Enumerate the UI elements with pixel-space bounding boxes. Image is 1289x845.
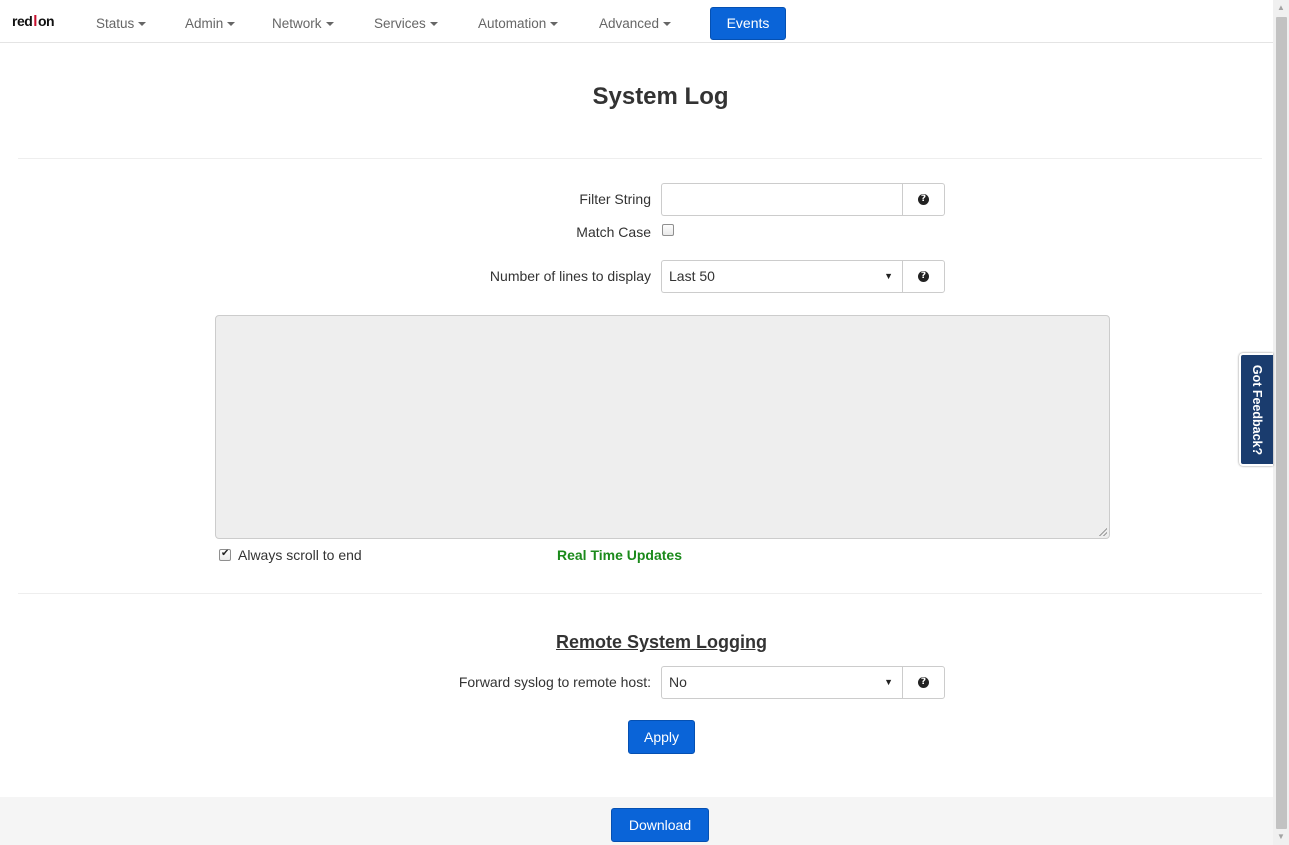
dropdown-arrow-icon: ▼ xyxy=(884,677,893,687)
chevron-down-icon xyxy=(429,22,438,27)
page-title: System Log xyxy=(592,83,729,110)
lines-select-value: Last 50 xyxy=(669,268,715,284)
divider xyxy=(18,158,1262,159)
filter-string-input[interactable] xyxy=(661,183,903,216)
real-time-updates-status: Real Time Updates xyxy=(557,547,683,563)
remote-logging-heading: Remote System Logging xyxy=(555,632,768,652)
nav-network[interactable]: Network xyxy=(272,8,334,39)
forward-syslog-select[interactable]: No ▼ xyxy=(661,666,903,699)
feedback-tab[interactable]: Got Feedback? xyxy=(1239,353,1273,466)
match-case-label: Match Case xyxy=(576,224,651,240)
lines-select[interactable]: Last 50 ▼ xyxy=(661,260,903,293)
resize-grip-icon[interactable] xyxy=(1099,528,1107,536)
chevron-down-icon xyxy=(663,22,672,27)
nav-admin[interactable]: Admin xyxy=(185,8,236,39)
forward-help-button[interactable]: ? xyxy=(902,666,945,699)
chevron-down-icon xyxy=(138,22,147,27)
nav-status[interactable]: Status xyxy=(96,8,147,39)
brand-logo[interactable]: red l on xyxy=(12,11,55,31)
nav-advanced[interactable]: Advanced xyxy=(599,8,672,39)
feedback-label: Got Feedback? xyxy=(1250,364,1264,455)
lines-help-button[interactable]: ? xyxy=(902,260,945,293)
nav-status-label: Status xyxy=(96,16,135,31)
scroll-down-arrow-icon[interactable]: ▼ xyxy=(1273,829,1289,845)
chevron-down-icon xyxy=(550,22,559,27)
nav-events[interactable]: Events xyxy=(710,7,786,40)
scroll-to-end-label: Always scroll to end xyxy=(238,547,362,563)
nav-automation-label: Automation xyxy=(478,16,547,31)
question-circle-icon: ? xyxy=(918,677,929,688)
nav-services[interactable]: Services xyxy=(374,8,438,39)
chevron-down-icon xyxy=(227,22,236,27)
vertical-scrollbar[interactable]: ▲ ▼ xyxy=(1273,0,1289,845)
question-circle-icon: ? xyxy=(918,194,929,205)
apply-button[interactable]: Apply xyxy=(628,720,695,754)
scroll-up-arrow-icon[interactable]: ▲ xyxy=(1273,0,1289,16)
filter-string-label: Filter String xyxy=(579,191,651,207)
filter-help-button[interactable]: ? xyxy=(902,183,945,216)
forward-syslog-value: No xyxy=(669,674,687,690)
brand-text-left: red xyxy=(12,13,33,29)
divider xyxy=(18,593,1262,594)
scroll-to-end-checkbox[interactable] xyxy=(219,548,231,561)
dropdown-arrow-icon: ▼ xyxy=(884,271,893,281)
scrollbar-thumb[interactable] xyxy=(1276,17,1287,829)
forward-syslog-label: Forward syslog to remote host: xyxy=(458,674,651,690)
nav-network-label: Network xyxy=(272,16,322,31)
chevron-down-icon xyxy=(325,22,334,27)
nav-admin-label: Admin xyxy=(185,16,224,31)
brand-lion-mark: l xyxy=(33,12,37,30)
download-button[interactable]: Download xyxy=(611,808,709,842)
brand-text-right: on xyxy=(37,13,55,29)
question-circle-icon: ? xyxy=(918,271,929,282)
nav-advanced-label: Advanced xyxy=(599,16,660,31)
nav-automation[interactable]: Automation xyxy=(478,8,559,39)
match-case-checkbox[interactable] xyxy=(662,224,674,236)
log-output-textarea[interactable] xyxy=(215,315,1110,539)
nav-services-label: Services xyxy=(374,16,426,31)
top-navbar: red l on Status Admin Network Services A… xyxy=(0,0,1273,43)
lines-label: Number of lines to display xyxy=(489,268,651,284)
